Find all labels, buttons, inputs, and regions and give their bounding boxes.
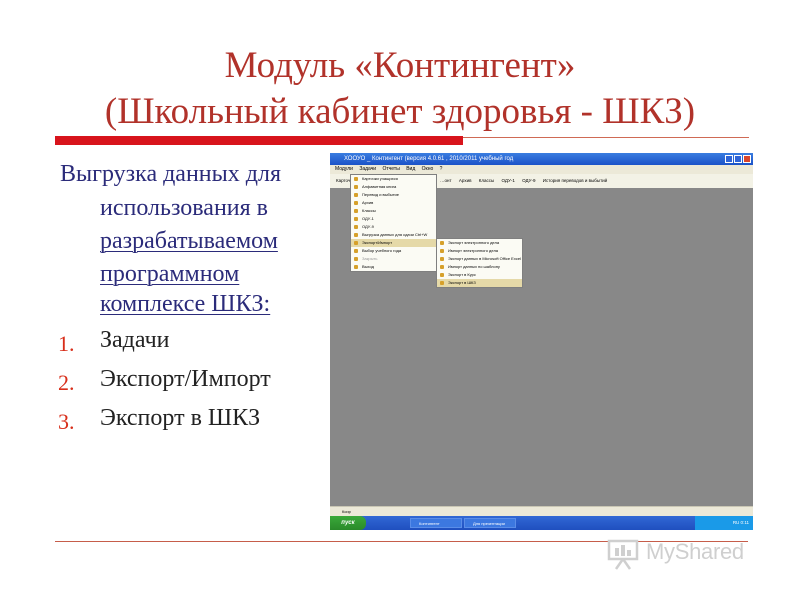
submenu-export-shkz[interactable]: Экспорт в ШКЗ (437, 279, 522, 287)
menu-item-close[interactable]: Закрыть (351, 255, 436, 263)
menu-item-student-cards[interactable]: Карточки учащихся (351, 175, 436, 183)
minimize-icon[interactable] (725, 155, 733, 163)
start-button[interactable]: пуск (330, 516, 366, 530)
menu-modules[interactable]: Модули (335, 166, 353, 172)
intro-line-4: программном (100, 261, 240, 287)
toolbar-history[interactable]: История переводов и выбытий (543, 178, 607, 183)
status-text: Ксир (342, 509, 351, 514)
menu-view[interactable]: Вид (406, 166, 415, 172)
list-item-3: Экспорт в ШКЗ (100, 405, 261, 431)
app-window-title: ХООУО _ Контингент (версия 4.0.61 , 2010… (344, 156, 514, 162)
menu-tasks[interactable]: Задачи (359, 166, 376, 172)
menu-item-odu1[interactable]: ОДУ-1 (351, 215, 436, 223)
slide-title-line1: Модуль «Контингент» (224, 45, 576, 86)
menu-help[interactable]: ? (440, 166, 443, 172)
submenu-export-kurs[interactable]: Экспорт в Курс (437, 271, 522, 279)
menu-window[interactable]: Окно (422, 166, 434, 172)
close-icon[interactable] (743, 155, 751, 163)
toolbar-archive[interactable]: Архив (459, 178, 472, 183)
tasks-dropdown-menu: Карточки учащихся Алфавитная книга Перев… (350, 174, 437, 272)
list-item-1: Задачи (100, 327, 170, 353)
system-tray: RU 0:11 (695, 516, 753, 530)
menu-item-exit[interactable]: Выход (351, 263, 436, 271)
intro-line-2: использования в (100, 195, 269, 221)
menu-item-classes[interactable]: Классы (351, 207, 436, 215)
taskbar-item-contingent[interactable]: Контингент (410, 518, 462, 528)
app-screenshot: ХООУО _ Контингент (версия 4.0.61 , 2010… (330, 153, 753, 530)
intro-line-3: разрабатываемом (100, 228, 278, 254)
list-number-2: 2. (58, 370, 75, 395)
toolbar-odu9[interactable]: ОДУ-9 (522, 178, 535, 183)
menu-item-alphabet-book[interactable]: Алфавитная книга (351, 183, 436, 191)
toolbar-classes[interactable]: Классы (479, 178, 494, 183)
toolbar-cont[interactable]: …онт (440, 178, 452, 183)
list-item-2: Экспорт/Импорт (100, 366, 271, 392)
watermark: MyShared (606, 537, 766, 571)
menu-item-data-upload[interactable]: Выгрузка данных для сдачи Ctrl+W (351, 231, 436, 239)
slide-title-line2: (Школьный кабинет здоровья - ШКЗ) (104, 91, 696, 132)
submenu-export-excel[interactable]: Экспорт данных в Microsoft Office Excel (437, 255, 522, 263)
submenu-import-template[interactable]: Импорт данных по шаблону (437, 263, 522, 271)
app-title-bar: ХООУО _ Контингент (версия 4.0.61 , 2010… (330, 153, 753, 165)
presentation-board-icon (607, 539, 639, 570)
menu-item-odu9[interactable]: ОДУ-9 (351, 223, 436, 231)
menu-reports[interactable]: Отчеты (383, 166, 400, 172)
intro-line-1: Выгрузка данных для (60, 161, 281, 187)
title-accent-rule (55, 136, 463, 145)
maximize-icon[interactable] (734, 155, 742, 163)
menu-item-export-import[interactable]: Экспорт/Импорт (351, 239, 436, 247)
intro-line-5: комплексе ШКЗ: (100, 291, 271, 317)
list-number-1: 1. (58, 331, 75, 356)
menu-item-transfer[interactable]: Перевод и выбытие (351, 191, 436, 199)
watermark-text: MyShared (646, 539, 744, 564)
menu-item-archive[interactable]: Архив (351, 199, 436, 207)
taskbar-item-presentation[interactable]: Для презентации (464, 518, 516, 528)
submenu-import-edoc[interactable]: Импорт электронного дела (437, 247, 522, 255)
menu-item-select-year[interactable]: Выбор учебного года (351, 247, 436, 255)
app-menubar: Модули Задачи Отчеты Вид Окно ? (330, 165, 753, 174)
export-submenu: Экспорт электронного дела Импорт электро… (436, 238, 523, 288)
toolbar-odu1[interactable]: ОДУ-1 (502, 178, 515, 183)
submenu-export-edoc[interactable]: Экспорт электронного дела (437, 239, 522, 247)
title-thin-rule (463, 137, 749, 138)
list-number-3: 3. (58, 409, 75, 434)
windows-taskbar: пуск Контингент Для презентации RU 0:11 (330, 516, 753, 530)
